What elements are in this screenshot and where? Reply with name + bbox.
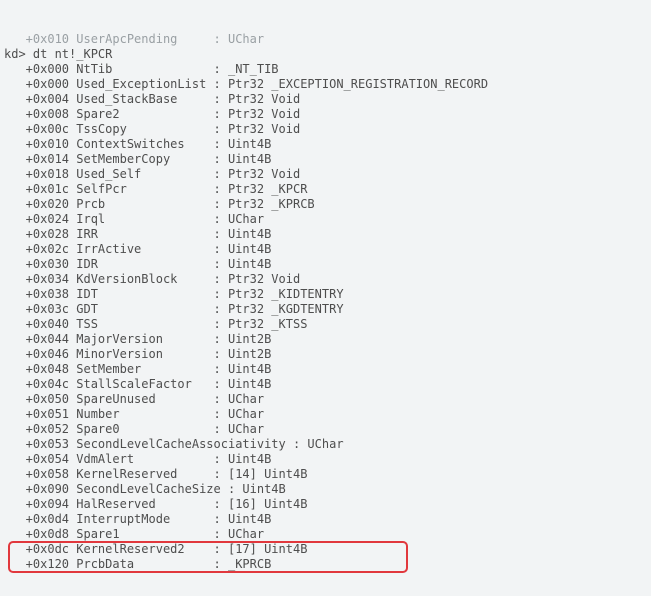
output-line: +0x010 UserApcPending : UChar	[4, 32, 651, 47]
output-line: +0x0dc KernelReserved2 : [17] Uint4B	[4, 542, 651, 557]
output-line: +0x053 SecondLevelCacheAssociativity : U…	[4, 437, 651, 452]
output-line: +0x0d4 InterruptMode : Uint4B	[4, 512, 651, 527]
output-line: +0x03c GDT : Ptr32 _KGDTENTRY	[4, 302, 651, 317]
output-line: +0x02c IrrActive : Uint4B	[4, 242, 651, 257]
output-line: +0x024 Irql : UChar	[4, 212, 651, 227]
output-line: +0x010 ContextSwitches : Uint4B	[4, 137, 651, 152]
output-line: +0x00c TssCopy : Ptr32 Void	[4, 122, 651, 137]
output-line: +0x052 Spare0 : UChar	[4, 422, 651, 437]
output-line: +0x090 SecondLevelCacheSize : Uint4B	[4, 482, 651, 497]
output-line: +0x046 MinorVersion : Uint2B	[4, 347, 651, 362]
output-line: +0x01c SelfPcr : Ptr32 _KPCR	[4, 182, 651, 197]
output-line: +0x050 SpareUnused : UChar	[4, 392, 651, 407]
output-line: +0x040 TSS : Ptr32 _KTSS	[4, 317, 651, 332]
output-line: +0x004 Used_StackBase : Ptr32 Void	[4, 92, 651, 107]
output-line: +0x094 HalReserved : [16] Uint4B	[4, 497, 651, 512]
output-line: +0x048 SetMember : Uint4B	[4, 362, 651, 377]
terminal-output: +0x010 UserApcPending : UCharkd> dt nt!_…	[0, 0, 651, 584]
output-line: +0x018 Used_Self : Ptr32 Void	[4, 167, 651, 182]
output-line: +0x014 SetMemberCopy : Uint4B	[4, 152, 651, 167]
output-line: +0x044 MajorVersion : Uint2B	[4, 332, 651, 347]
output-line: +0x008 Spare2 : Ptr32 Void	[4, 107, 651, 122]
output-line: +0x054 VdmAlert : Uint4B	[4, 452, 651, 467]
output-line: +0x000 NtTib : _NT_TIB	[4, 62, 651, 77]
output-line: +0x030 IDR : Uint4B	[4, 257, 651, 272]
output-line: +0x034 KdVersionBlock : Ptr32 Void	[4, 272, 651, 287]
output-line: +0x051 Number : UChar	[4, 407, 651, 422]
output-line: +0x028 IRR : Uint4B	[4, 227, 651, 242]
command-line[interactable]: kd> dt nt!_KPCR	[4, 47, 651, 62]
output-line: +0x058 KernelReserved : [14] Uint4B	[4, 467, 651, 482]
output-line: +0x000 Used_ExceptionList : Ptr32 _EXCEP…	[4, 77, 651, 92]
output-line: +0x04c StallScaleFactor : Uint4B	[4, 377, 651, 392]
output-line: +0x0d8 Spare1 : UChar	[4, 527, 651, 542]
output-line: +0x038 IDT : Ptr32 _KIDTENTRY	[4, 287, 651, 302]
output-line: +0x120 PrcbData : _KPRCB	[4, 557, 651, 572]
output-line: +0x020 Prcb : Ptr32 _KPRCB	[4, 197, 651, 212]
